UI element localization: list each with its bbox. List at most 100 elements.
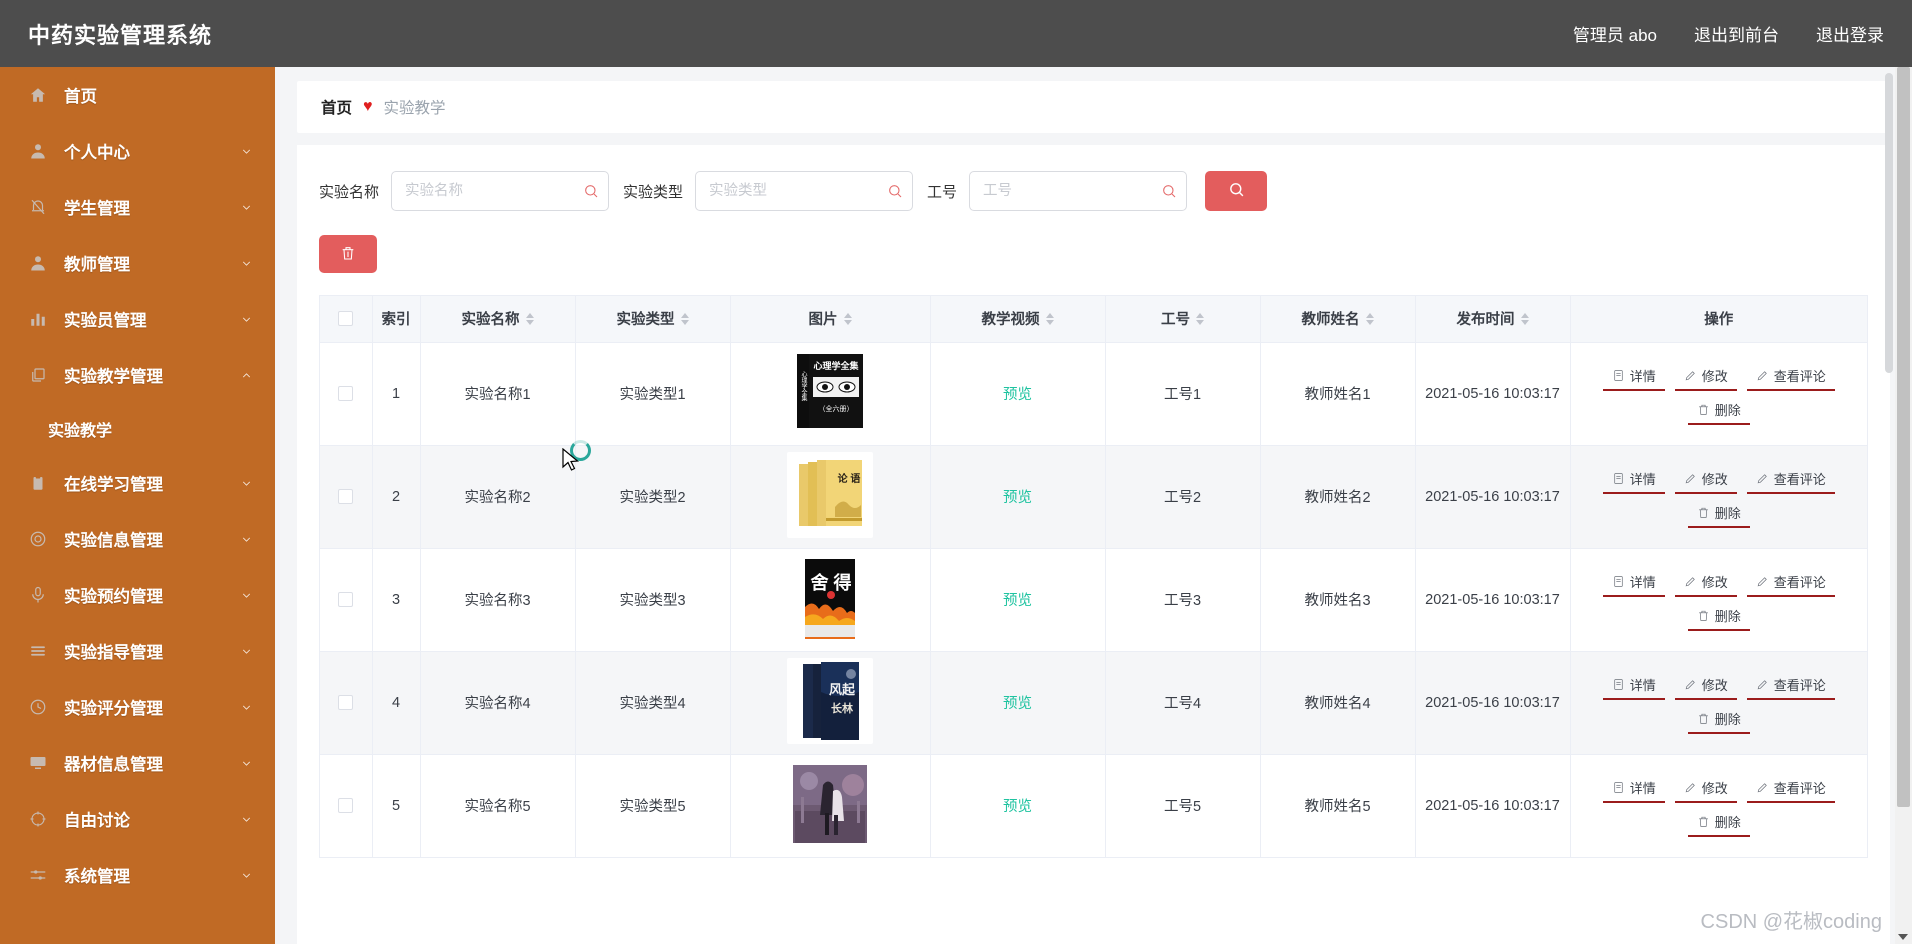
sidebar-item-free-discussion[interactable]: 自由讨论 [0,791,275,847]
row-checkbox[interactable] [338,592,354,608]
sidebar-item-personal-center[interactable]: 个人中心 [0,123,275,179]
search-input-experiment-type[interactable] [695,171,914,211]
sidebar-subitem-experiment-teaching[interactable]: 实验教学 [0,403,275,455]
browser-scrollbar-thumb[interactable] [1897,67,1910,807]
sort-icon[interactable] [1045,312,1054,325]
row-checkbox[interactable] [338,489,354,505]
video-preview-link[interactable]: 预览 [1003,490,1032,506]
cell-image[interactable]: 风起 长林 [730,651,931,755]
edit-button[interactable]: 修改 [1674,775,1737,803]
cell-teaching-video[interactable]: 预览 [930,548,1106,652]
header-admin-user[interactable]: 管理员 abo [1573,21,1657,46]
detail-button[interactable]: 详情 [1602,672,1665,700]
sidebar-item-online-learning-management[interactable]: 在线学习管理 [0,455,275,511]
search-input-staff-id[interactable] [969,171,1188,211]
view-comments-button[interactable]: 查看评论 [1746,775,1835,803]
book-cover-shede-thumbnail[interactable]: 舍 得 [787,554,873,641]
row-checkbox[interactable] [338,386,354,402]
sidebar-label-experiment-grading-management: 实验评分管理 [64,700,163,718]
sort-icon[interactable] [525,312,534,325]
delete-button[interactable]: 删除 [1687,706,1750,734]
row-checkbox[interactable] [338,798,354,814]
sidebar-item-experiment-teaching-management[interactable]: 实验教学管理 [0,347,275,403]
table-header-image[interactable]: 图片 [730,296,931,343]
edit-button[interactable]: 修改 [1674,466,1737,494]
sidebar-item-student-management[interactable]: 学生管理 [0,179,275,235]
sidebar-item-experiment-info-management[interactable]: 实验信息管理 [0,511,275,567]
header-exit-to-frontend[interactable]: 退出到前台 [1694,21,1779,46]
view-comments-button[interactable]: 查看评论 [1746,672,1835,700]
select-all-checkbox[interactable] [338,311,354,327]
sidebar-item-experiment-grading-management[interactable]: 实验评分管理 [0,679,275,735]
table-header-teaching-video[interactable]: 教学视频 [930,296,1106,343]
delete-button[interactable]: 删除 [1687,500,1750,528]
svg-text:（全六册）: （全六册） [819,404,854,413]
pencil-icon [1756,575,1769,588]
table-header-publish-time[interactable]: 发布时间 [1415,296,1571,343]
sidebar-item-experiment-guidance-management[interactable]: 实验指导管理 [0,623,275,679]
cell-image[interactable]: 心理学全集 心理学全集 （全六册） [730,342,931,446]
video-preview-link[interactable]: 预览 [1003,696,1032,712]
sort-icon[interactable] [1196,312,1204,325]
cell-teaching-video[interactable]: 预览 [930,754,1106,858]
edit-button[interactable]: 修改 [1674,672,1737,700]
row-select-cell[interactable] [320,342,373,446]
table-header-staff-id[interactable]: 工号 [1105,296,1261,343]
sidebar-item-lab-staff-management[interactable]: 实验员管理 [0,291,275,347]
book-cover-fengqi-thumbnail[interactable]: 风起 长林 [787,657,873,744]
table-header-teacher-name[interactable]: 教师姓名 [1260,296,1416,343]
photo-couple-night-thumbnail[interactable] [787,760,873,847]
view-comments-button[interactable]: 查看评论 [1746,569,1835,597]
video-preview-link[interactable]: 预览 [1003,387,1032,403]
edit-button[interactable]: 修改 [1674,363,1737,391]
search-submit-button[interactable] [1205,171,1268,211]
row-select-cell[interactable] [320,651,373,755]
cell-image[interactable] [730,754,931,858]
cell-teaching-video[interactable]: 预览 [930,651,1106,755]
search-input-experiment-name[interactable] [391,171,610,211]
cell-teaching-video[interactable]: 预览 [930,342,1106,446]
table-header-select-all[interactable] [320,296,373,343]
detail-button[interactable]: 详情 [1602,363,1665,391]
row-checkbox[interactable] [338,695,354,711]
sidebar-item-equipment-info-management[interactable]: 器材信息管理 [0,735,275,791]
view-comments-button[interactable]: 查看评论 [1746,363,1835,391]
detail-button[interactable]: 详情 [1602,569,1665,597]
view-comments-button[interactable]: 查看评论 [1746,466,1835,494]
breadcrumb-home[interactable]: 首页 [321,96,352,118]
table-header-experiment-name[interactable]: 实验名称 [420,296,576,343]
th-label-operations: 操作 [1704,312,1734,329]
video-preview-link[interactable]: 预览 [1003,593,1032,609]
sidebar-item-experiment-booking-management[interactable]: 实验预约管理 [0,567,275,623]
row-select-cell[interactable] [320,754,373,858]
sort-icon[interactable] [843,312,852,325]
cell-teaching-video[interactable]: 预览 [930,445,1106,549]
bulk-delete-button[interactable] [319,235,377,273]
row-select-cell[interactable] [320,548,373,652]
book-cover-psychology-thumbnail[interactable]: 心理学全集 心理学全集 （全六册） [787,348,873,435]
sort-icon[interactable] [1365,312,1374,325]
sidebar-item-teacher-management[interactable]: 教师管理 [0,235,275,291]
sidebar-item-system-management[interactable]: 系统管理 [0,847,275,903]
cell-image[interactable]: 论 语 [730,445,931,549]
detail-button[interactable]: 详情 [1602,775,1665,803]
detail-button[interactable]: 详情 [1602,466,1665,494]
scroll-down-arrow-icon[interactable] [1898,934,1908,940]
delete-button[interactable]: 删除 [1687,397,1750,425]
header-logout[interactable]: 退出登录 [1816,21,1884,46]
sidebar-item-home[interactable]: 首页 [0,67,275,123]
delete-button[interactable]: 删除 [1687,809,1750,837]
table-header-experiment-type[interactable]: 实验类型 [575,296,731,343]
content-scrollbar-thumb[interactable] [1885,73,1893,373]
delete-label: 删除 [1714,711,1741,727]
edit-button[interactable]: 修改 [1674,569,1737,597]
book-cover-analects-thumbnail[interactable]: 论 语 [787,451,873,538]
cell-image[interactable]: 舍 得 [730,548,931,652]
row-select-cell[interactable] [320,445,373,549]
browser-vertical-scrollbar[interactable] [1895,67,1912,944]
delete-button[interactable]: 删除 [1687,603,1750,631]
sort-icon[interactable] [1520,312,1529,325]
video-preview-link[interactable]: 预览 [1003,799,1032,815]
content-scrollbar[interactable] [1884,67,1894,944]
sort-icon[interactable] [680,312,689,325]
